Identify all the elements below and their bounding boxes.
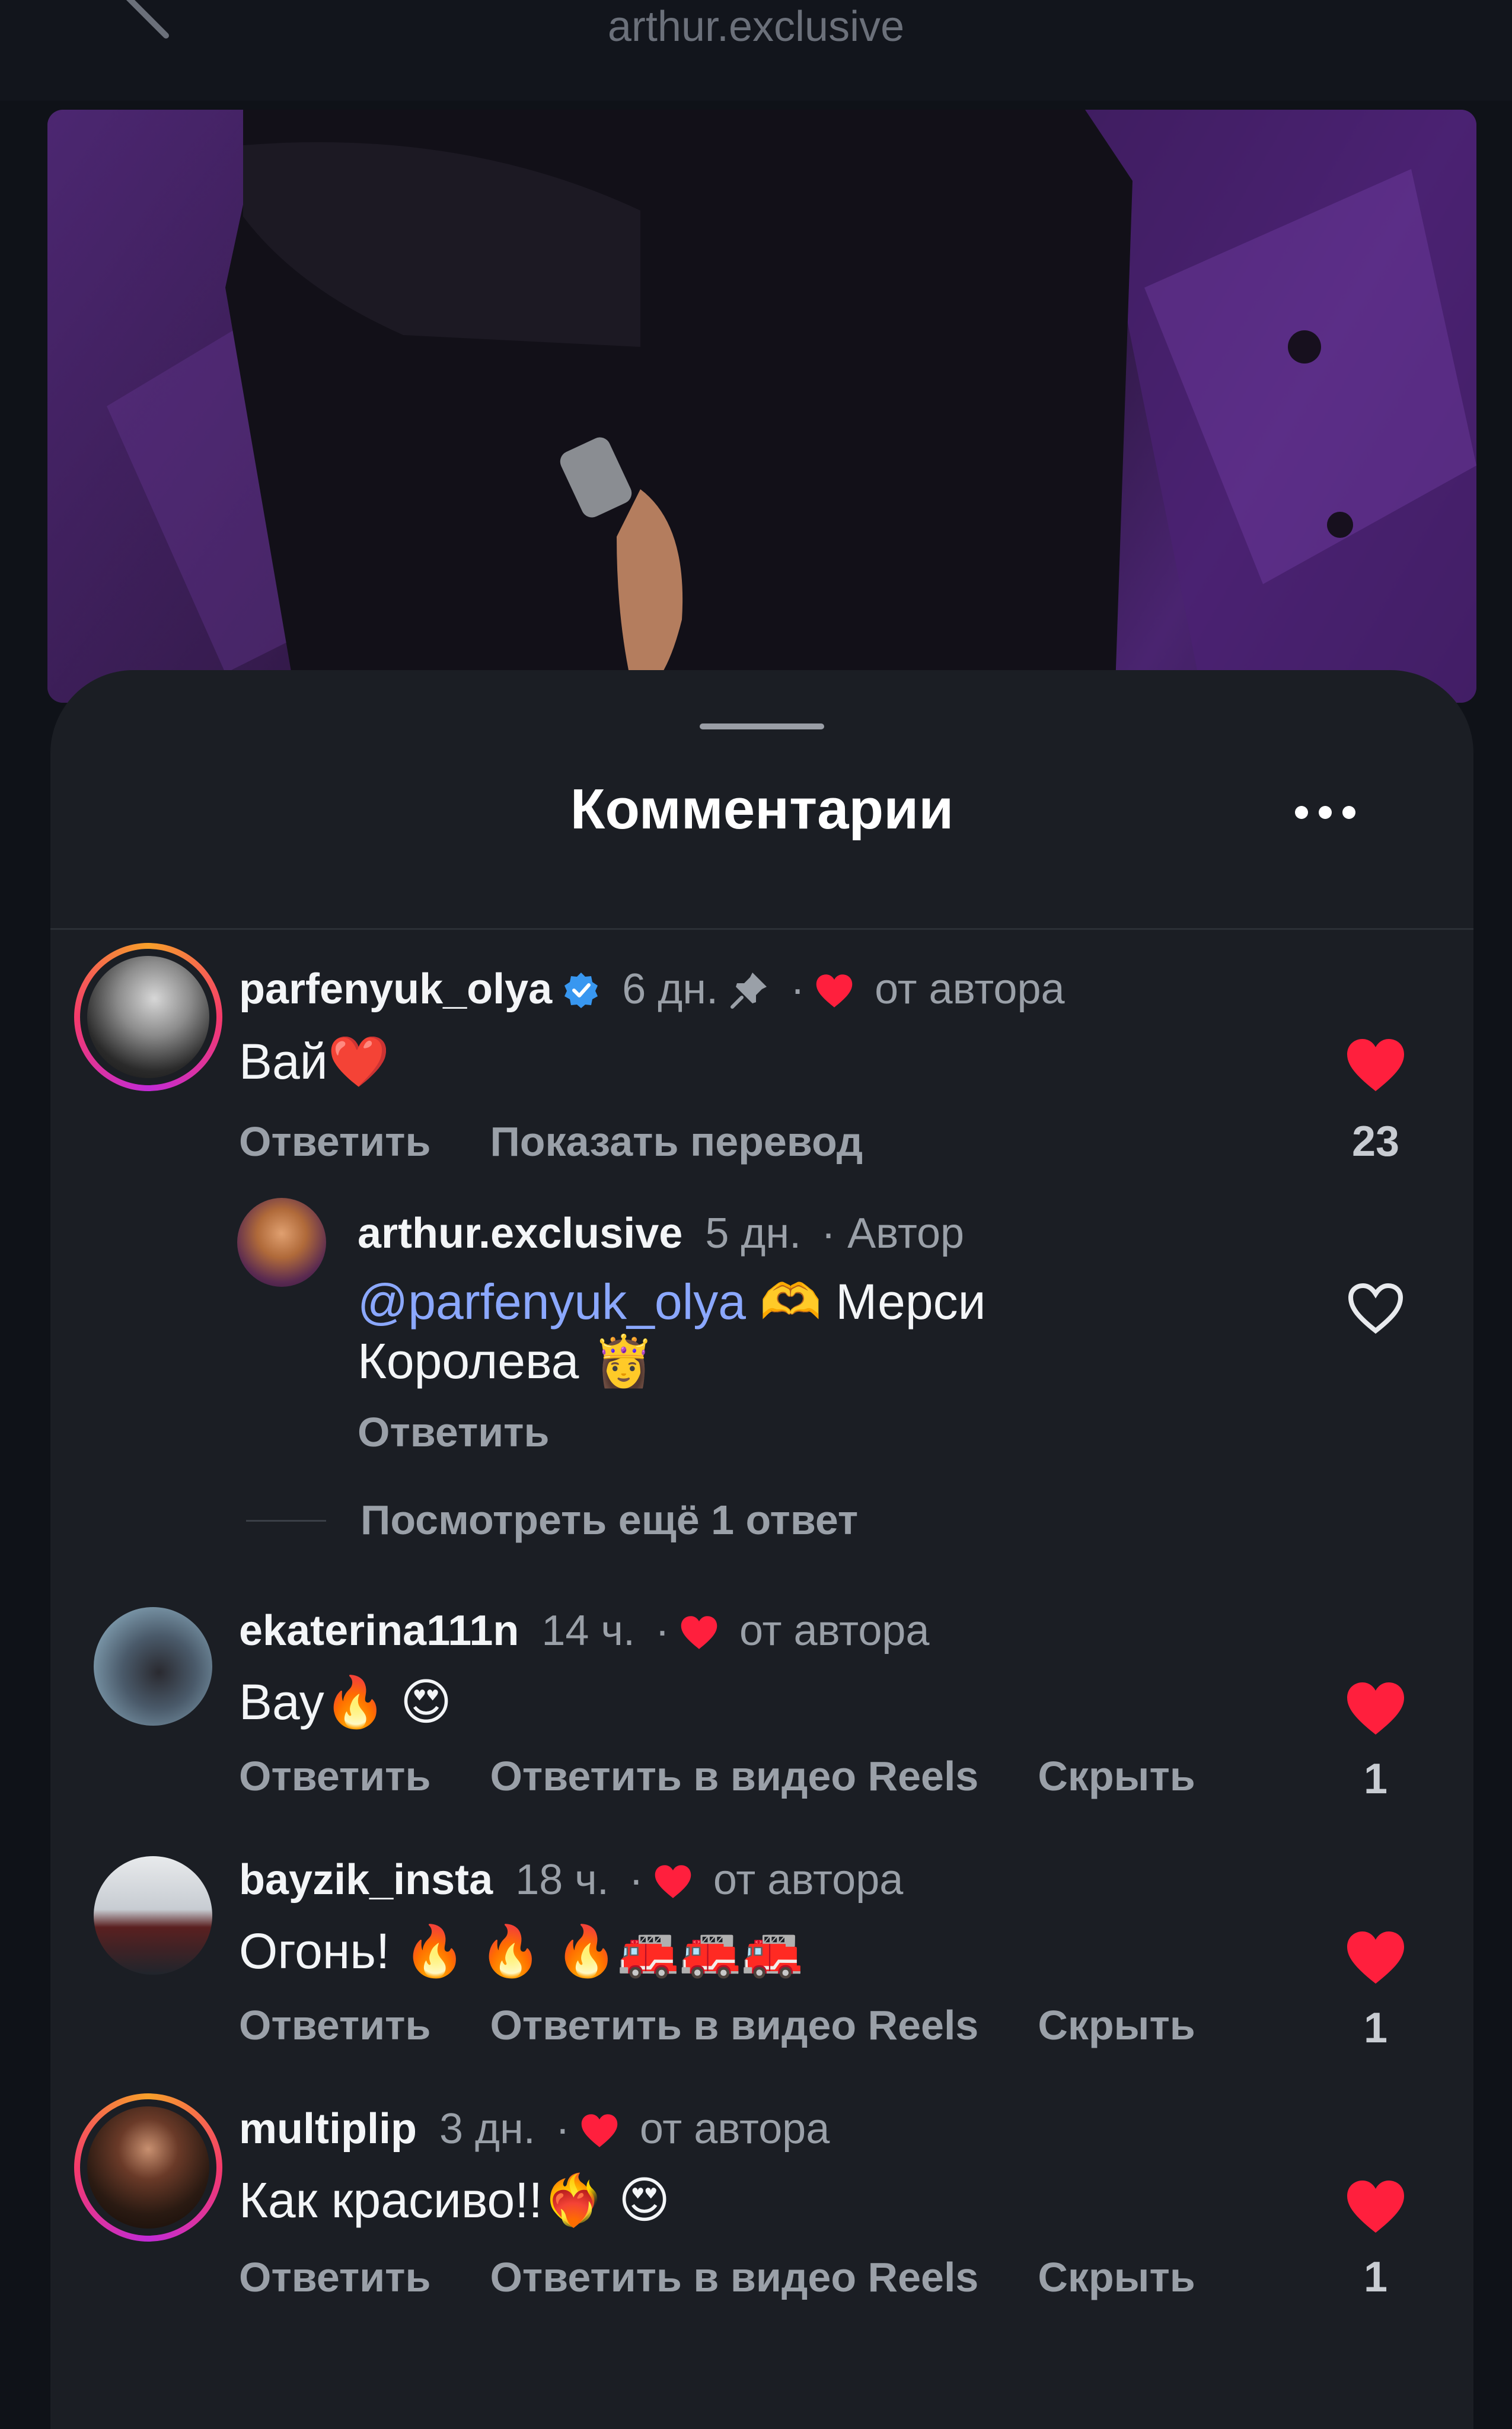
comment-time: 3 дн. — [439, 2105, 535, 2153]
hide-button[interactable]: Скрыть — [1038, 2002, 1195, 2048]
hide-button[interactable]: Скрыть — [1038, 2254, 1195, 2300]
author-liked-heart-icon — [816, 974, 853, 1008]
author-like-label: от автора — [739, 1607, 930, 1655]
top-bar: arthur.exclusive — [0, 0, 1512, 101]
comment-username[interactable]: parfenyuk_olya — [239, 965, 552, 1013]
separator: · — [790, 965, 805, 1013]
comment-username[interactable]: bayzik_insta — [239, 1856, 493, 1904]
comment-time: 18 ч. — [515, 1856, 609, 1904]
like-count[interactable]: 1 — [1346, 1755, 1405, 1803]
reply-in-reels-button[interactable]: Ответить в видео Reels — [490, 2002, 978, 2048]
author-liked-heart-icon — [655, 1865, 691, 1898]
reply-time: 5 дн. — [705, 1210, 802, 1257]
thread-line — [246, 1520, 326, 1522]
reply-button[interactable]: Ответить — [358, 1409, 549, 1455]
author-liked-heart-icon — [681, 1616, 717, 1649]
author-like-label: от автора — [713, 1856, 904, 1904]
mention-link[interactable]: @parfenyuk_olya — [358, 1274, 746, 1330]
reply-in-reels-button[interactable]: Ответить в видео Reels — [490, 1753, 978, 1799]
drag-handle[interactable] — [700, 723, 824, 729]
comment-username[interactable]: ekaterina111n — [239, 1607, 519, 1655]
pin-icon — [731, 973, 767, 1009]
avatar[interactable] — [94, 1607, 212, 1726]
avatar[interactable] — [94, 1856, 212, 1975]
avatar[interactable] — [74, 943, 222, 1091]
like-heart-icon[interactable] — [1346, 1681, 1405, 1736]
like-heart-icon[interactable] — [1346, 1930, 1405, 1985]
reply-button[interactable]: Ответить — [239, 2254, 430, 2300]
author-like-label: от автора — [639, 2105, 830, 2153]
reply-text-line2: Королева 👸 — [358, 1333, 655, 1389]
comment-text: Как красиво!!❤️‍🔥 😍 — [239, 2172, 671, 2228]
separator: · — [655, 1607, 669, 1655]
author-liked-heart-icon — [581, 2114, 618, 2147]
show-translation-button[interactable]: Показать перевод — [490, 1118, 863, 1165]
author-role-label: · Автор — [821, 1210, 965, 1257]
like-count[interactable]: 1 — [1346, 2253, 1405, 2301]
post-image — [47, 110, 1476, 703]
like-heart-icon[interactable] — [1346, 1038, 1405, 1092]
sheet-title: Комментарии — [570, 777, 954, 841]
comment-time: 6 дн. — [622, 965, 719, 1013]
divider — [50, 928, 1473, 930]
comment-text: Огонь! 🔥 🔥 🔥🚒🚒🚒 — [239, 1923, 803, 1979]
page-title: arthur.exclusive — [607, 3, 905, 50]
comment-username[interactable]: multiplip — [239, 2105, 417, 2153]
reply-button[interactable]: Ответить — [239, 1753, 430, 1799]
avatar[interactable] — [237, 1198, 326, 1287]
comment-text: Вау🔥 😍 — [239, 1674, 452, 1730]
separator: · — [555, 2105, 570, 2153]
like-heart-icon[interactable] — [1346, 2179, 1405, 2234]
reply-button[interactable]: Ответить — [239, 1118, 430, 1165]
hide-button[interactable]: Скрыть — [1038, 1753, 1195, 1799]
reply-username[interactable]: arthur.exclusive — [358, 1210, 682, 1257]
avatar[interactable] — [74, 2093, 222, 2242]
like-count[interactable]: 23 — [1346, 1118, 1405, 1165]
reply-in-reels-button[interactable]: Ответить в видео Reels — [490, 2254, 978, 2300]
comments-sheet: Комментарии parfenyuk_olya 6 дн. · от ав… — [50, 670, 1473, 2429]
like-count[interactable]: 1 — [1346, 2004, 1405, 2052]
author-like-label: от автора — [875, 965, 1065, 1013]
reply-button[interactable]: Ответить — [239, 2002, 430, 2048]
separator: · — [629, 1856, 643, 1904]
more-options-icon[interactable] — [1293, 804, 1358, 821]
comment-text: Вай❤️ — [239, 1034, 390, 1089]
view-more-replies-button[interactable]: Посмотреть ещё 1 ответ — [361, 1496, 858, 1544]
reply-text: 🫶 Мерси — [745, 1274, 986, 1330]
verified-badge-icon — [564, 973, 598, 1008]
like-heart-outline-icon[interactable] — [1346, 1281, 1405, 1335]
comment-time: 14 ч. — [541, 1607, 635, 1655]
